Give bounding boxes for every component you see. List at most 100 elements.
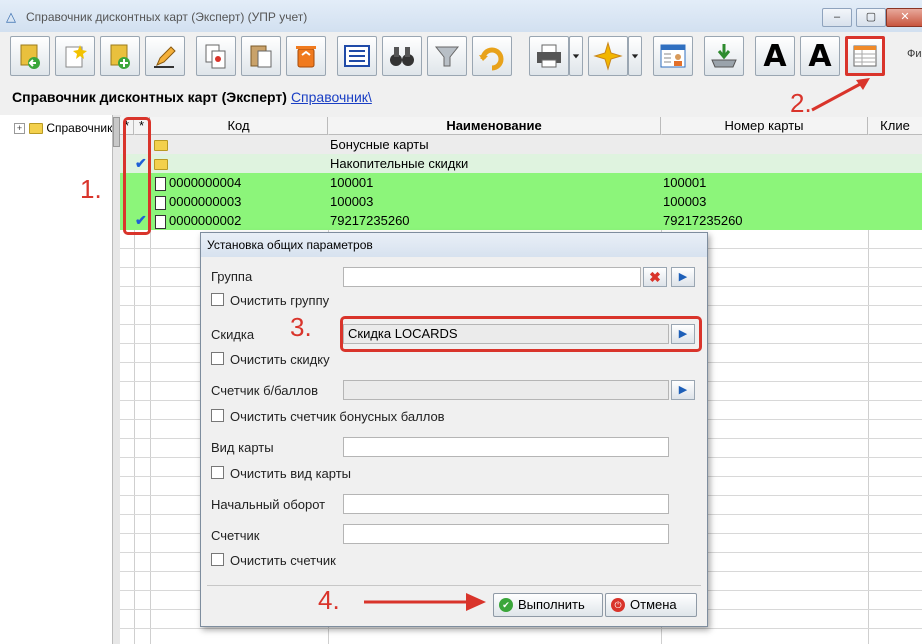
- document-icon: [155, 214, 166, 229]
- checkbox-box[interactable]: [211, 409, 224, 422]
- name-cell: Бонусные карты: [330, 137, 429, 152]
- dialog-title: Установка общих параметров: [201, 233, 707, 257]
- annotation-arrow-4: [364, 593, 486, 611]
- cancel-button-label: Отмена: [630, 597, 677, 612]
- folder-back-icon: [20, 44, 40, 69]
- folder-add-icon: [110, 44, 130, 69]
- main-toolbar: A A Фи: [10, 34, 922, 78]
- minimize-button[interactable]: –: [822, 8, 852, 27]
- tb-print-dropdown[interactable]: [569, 36, 583, 76]
- group-select-button[interactable]: ▶: [671, 267, 695, 287]
- card-number-cell: 79217235260: [663, 213, 743, 228]
- tb-refresh[interactable]: [472, 36, 512, 76]
- code-cell: [154, 154, 168, 173]
- tb-print[interactable]: [529, 36, 569, 76]
- new-item-icon: [65, 45, 87, 68]
- code-text: 0000000004: [169, 175, 242, 190]
- table-row[interactable]: 0000000004 100001 100001: [120, 173, 922, 192]
- tb-new-item[interactable]: [55, 36, 95, 76]
- maximize-button[interactable]: ▢: [856, 8, 886, 27]
- clear-discount-checkbox[interactable]: Очистить скидку: [211, 352, 330, 367]
- tb-filter[interactable]: [427, 36, 467, 76]
- checkbox-label: Очистить счетчик бонусных баллов: [230, 409, 445, 424]
- tb-folder-add[interactable]: [100, 36, 140, 76]
- edit-pencil-icon: [154, 46, 176, 68]
- tb-download[interactable]: [704, 36, 744, 76]
- close-window-button[interactable]: ✕: [886, 8, 922, 27]
- header-client[interactable]: Клие: [868, 117, 922, 134]
- tree-node-root[interactable]: + Справочник: [14, 121, 112, 135]
- group-clear-button[interactable]: ✖: [643, 267, 667, 287]
- tb-table-settings[interactable]: [845, 36, 885, 76]
- tb-folder-back[interactable]: [10, 36, 50, 76]
- checkbox-label: Очистить счетчик: [230, 553, 336, 568]
- clear-group-checkbox[interactable]: Очистить группу: [211, 293, 329, 308]
- clear-card-type-checkbox[interactable]: Очистить вид карты: [211, 466, 351, 481]
- bonus-counter-select-button[interactable]: ▶: [671, 380, 695, 400]
- tb-copy[interactable]: [196, 36, 236, 76]
- font-decrease-icon: A: [808, 38, 832, 74]
- checkbox-box[interactable]: [211, 553, 224, 566]
- window-titlebar: △ Справочник дисконтных карт (Эксперт) (…: [0, 0, 922, 32]
- breadcrumb-link[interactable]: Справочник\: [291, 89, 372, 105]
- chevron-down-icon: [631, 54, 639, 59]
- expand-icon[interactable]: +: [14, 123, 25, 135]
- app-icon: △: [6, 9, 16, 24]
- folder-icon: [29, 123, 43, 135]
- table-row[interactable]: ✔ Накопительные скидки: [120, 154, 922, 173]
- font-increase-icon: A: [763, 38, 787, 74]
- tb-edit[interactable]: [145, 36, 185, 76]
- toolbar-tail-label: Фи: [907, 48, 922, 60]
- tb-user-card[interactable]: [653, 36, 693, 76]
- table-row[interactable]: Бонусные карты: [120, 135, 922, 154]
- card-type-field[interactable]: [343, 437, 669, 457]
- checkbox-box[interactable]: [211, 466, 224, 479]
- execute-button[interactable]: ✔ Выполнить: [493, 593, 603, 617]
- table-row[interactable]: 0000000003 100003 100003: [120, 192, 922, 211]
- annotation-box-discount: [340, 316, 702, 352]
- counter-field[interactable]: [343, 524, 669, 544]
- clear-counter-checkbox[interactable]: Очистить счетчик: [211, 553, 336, 568]
- tb-sparkle[interactable]: [588, 36, 628, 76]
- checkbox-box[interactable]: [211, 293, 224, 306]
- clear-x-icon: ✖: [649, 269, 661, 285]
- card-number-cell: 100003: [663, 194, 707, 209]
- refresh-arrow-icon: [479, 47, 504, 71]
- counter-label: Счетчик: [211, 528, 260, 543]
- header-card-number[interactable]: Номер карты: [661, 117, 868, 134]
- table-header: * * Код Наименование Номер карты Клие: [120, 117, 922, 135]
- header-code[interactable]: Код: [150, 117, 328, 134]
- tb-delete[interactable]: [286, 36, 326, 76]
- tb-paste[interactable]: [241, 36, 281, 76]
- document-icon: [155, 195, 166, 210]
- tb-search[interactable]: [382, 36, 422, 76]
- annotation-step3: 3.: [290, 312, 312, 342]
- name-cell: Накопительные скидки: [330, 156, 469, 171]
- clear-bonus-counter-checkbox[interactable]: Очистить счетчик бонусных баллов: [211, 409, 445, 424]
- ok-check-icon: ✔: [499, 598, 513, 612]
- tb-list[interactable]: [337, 36, 377, 76]
- table-settings-icon: [853, 45, 877, 67]
- header-name[interactable]: Наименование: [328, 117, 661, 134]
- group-label: Группа: [211, 269, 253, 284]
- name-cell: 79217235260: [330, 213, 410, 228]
- tb-font-increase[interactable]: A: [755, 36, 795, 76]
- tb-font-decrease[interactable]: A: [800, 36, 840, 76]
- scrollbar-thumb[interactable]: [113, 117, 120, 147]
- copy-document-icon: [205, 44, 226, 69]
- card-type-label: Вид карты: [211, 440, 274, 455]
- bonus-counter-field[interactable]: [343, 380, 669, 400]
- execute-button-label: Выполнить: [518, 597, 585, 612]
- tb-sparkle-dropdown[interactable]: [628, 36, 642, 76]
- select-arrow-icon: ▶: [678, 271, 688, 283]
- cancel-button[interactable]: ⏻ Отмена: [605, 593, 697, 617]
- common-params-dialog: Установка общих параметров Группа ✖ ▶ Оч…: [200, 232, 708, 627]
- initial-turnover-field[interactable]: [343, 494, 669, 514]
- table-row[interactable]: ✔ 0000000002 79217235260 79217235260: [120, 211, 922, 230]
- checkbox-box[interactable]: [211, 352, 224, 365]
- folder-icon: [154, 140, 168, 152]
- bonus-counter-label: Счетчик б/баллов: [211, 383, 318, 398]
- dialog-separator: [207, 585, 701, 586]
- annotation-arrow-2: [811, 78, 870, 112]
- group-field[interactable]: [343, 267, 641, 287]
